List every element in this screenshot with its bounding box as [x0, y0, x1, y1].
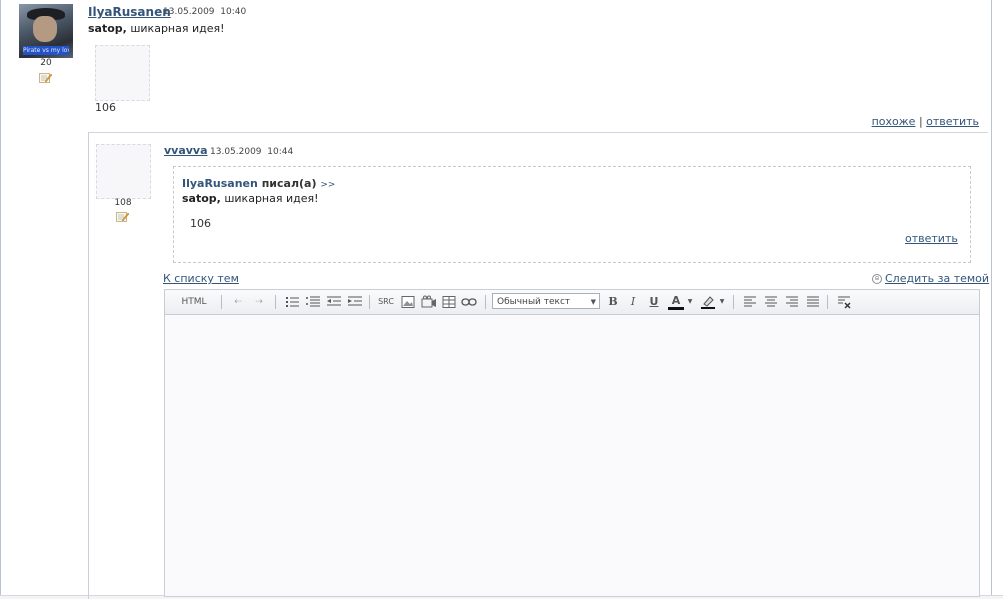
reply-author-link[interactable]: vvavva — [164, 144, 208, 157]
toolbar-separator — [485, 295, 486, 309]
post-message: шикарная идея! — [130, 22, 225, 35]
source-button[interactable]: SRC — [376, 295, 396, 309]
toolbar-separator — [369, 295, 370, 309]
reply-edit-note-icon[interactable] — [116, 211, 129, 222]
avatar-caption: Pirate vs my love — [23, 46, 69, 55]
clear-format-icon[interactable] — [837, 295, 851, 309]
image-icon[interactable] — [401, 295, 415, 309]
quote-text: satop, шикарная идея! — [182, 192, 319, 205]
unordered-list-icon[interactable] — [305, 295, 321, 309]
table-icon[interactable] — [442, 295, 456, 309]
align-right-icon[interactable] — [785, 295, 799, 309]
similar-link[interactable]: похоже — [872, 115, 916, 128]
post-addressee: satop, — [88, 22, 127, 35]
outdent-icon[interactable] — [326, 295, 342, 309]
message-editor: HTML ⇠ ⇢ SRC Обычный текст ▼ B I U A ▼ ▼ — [164, 289, 980, 597]
ordered-list-icon[interactable] — [284, 295, 300, 309]
format-select-value: Обычный текст — [497, 297, 571, 307]
editor-text-area[interactable] — [165, 315, 979, 596]
avatar-face — [33, 16, 57, 42]
post-actions: похоже | ответить — [872, 115, 979, 128]
quote-wrote-label: писал(а) — [261, 177, 317, 190]
highlight-color-icon[interactable] — [700, 295, 716, 309]
quote-message: шикарная идея! — [224, 192, 319, 205]
chevron-down-icon[interactable]: ▼ — [718, 295, 726, 309]
quote-author[interactable]: IlyaRusanen — [182, 177, 258, 190]
indent-icon[interactable] — [347, 295, 363, 309]
quote-addressee: satop, — [182, 192, 221, 205]
follow-icon: ⊝ — [872, 274, 882, 284]
redo-icon[interactable]: ⇢ — [252, 295, 266, 309]
toolbar-separator — [221, 295, 222, 309]
quote-reply-link[interactable]: ответить — [905, 232, 958, 245]
video-icon[interactable] — [421, 295, 437, 309]
quote-count: 106 — [190, 217, 211, 230]
edit-note-icon[interactable] — [39, 72, 52, 83]
underline-button[interactable]: U — [648, 295, 660, 309]
author-post-count: 20 — [40, 58, 52, 68]
attachment-count: 106 — [95, 101, 116, 114]
quote-header: IlyaRusanen писал(а) >> — [182, 177, 335, 190]
post-author-link[interactable]: IlyaRusanen — [88, 5, 171, 19]
reply-author-post-count: 108 — [114, 198, 132, 208]
attachment-thumbnail[interactable] — [95, 45, 150, 101]
format-select[interactable]: Обычный текст ▼ — [492, 293, 600, 309]
bold-button[interactable]: B — [607, 295, 619, 309]
actions-separator: | — [918, 115, 923, 128]
font-color-button[interactable]: A — [668, 295, 684, 310]
avatar[interactable]: Pirate vs my love — [19, 4, 73, 58]
undo-icon[interactable]: ⇠ — [231, 295, 245, 309]
align-center-icon[interactable] — [764, 295, 778, 309]
link-icon[interactable] — [461, 295, 477, 309]
quote-jump-link[interactable]: >> — [320, 180, 335, 190]
editor-toolbar: HTML ⇠ ⇢ SRC Обычный текст ▼ B I U A ▼ ▼ — [165, 290, 979, 315]
follow-topic-label: Следить за темой — [885, 272, 990, 285]
chevron-down-icon[interactable]: ▼ — [686, 295, 694, 309]
post-datetime: 13.05.2009 10:40 — [163, 7, 247, 17]
chevron-down-icon: ▼ — [590, 298, 596, 306]
html-mode-button[interactable]: HTML — [179, 295, 209, 309]
reply-avatar-placeholder[interactable] — [96, 144, 151, 199]
toolbar-separator — [827, 295, 828, 309]
align-justify-icon[interactable] — [806, 295, 820, 309]
align-left-icon[interactable] — [743, 295, 757, 309]
toolbar-separator — [733, 295, 734, 309]
toolbar-separator — [275, 295, 276, 309]
back-to-topics-link[interactable]: К списку тем — [163, 272, 239, 285]
italic-button[interactable]: I — [627, 295, 639, 309]
post-text: satop, шикарная идея! — [88, 22, 225, 35]
reply-datetime: 13.05.2009 10:44 — [210, 147, 294, 157]
reply-link[interactable]: ответить — [926, 115, 979, 128]
follow-topic-link[interactable]: ⊝ Следить за темой — [872, 272, 989, 285]
